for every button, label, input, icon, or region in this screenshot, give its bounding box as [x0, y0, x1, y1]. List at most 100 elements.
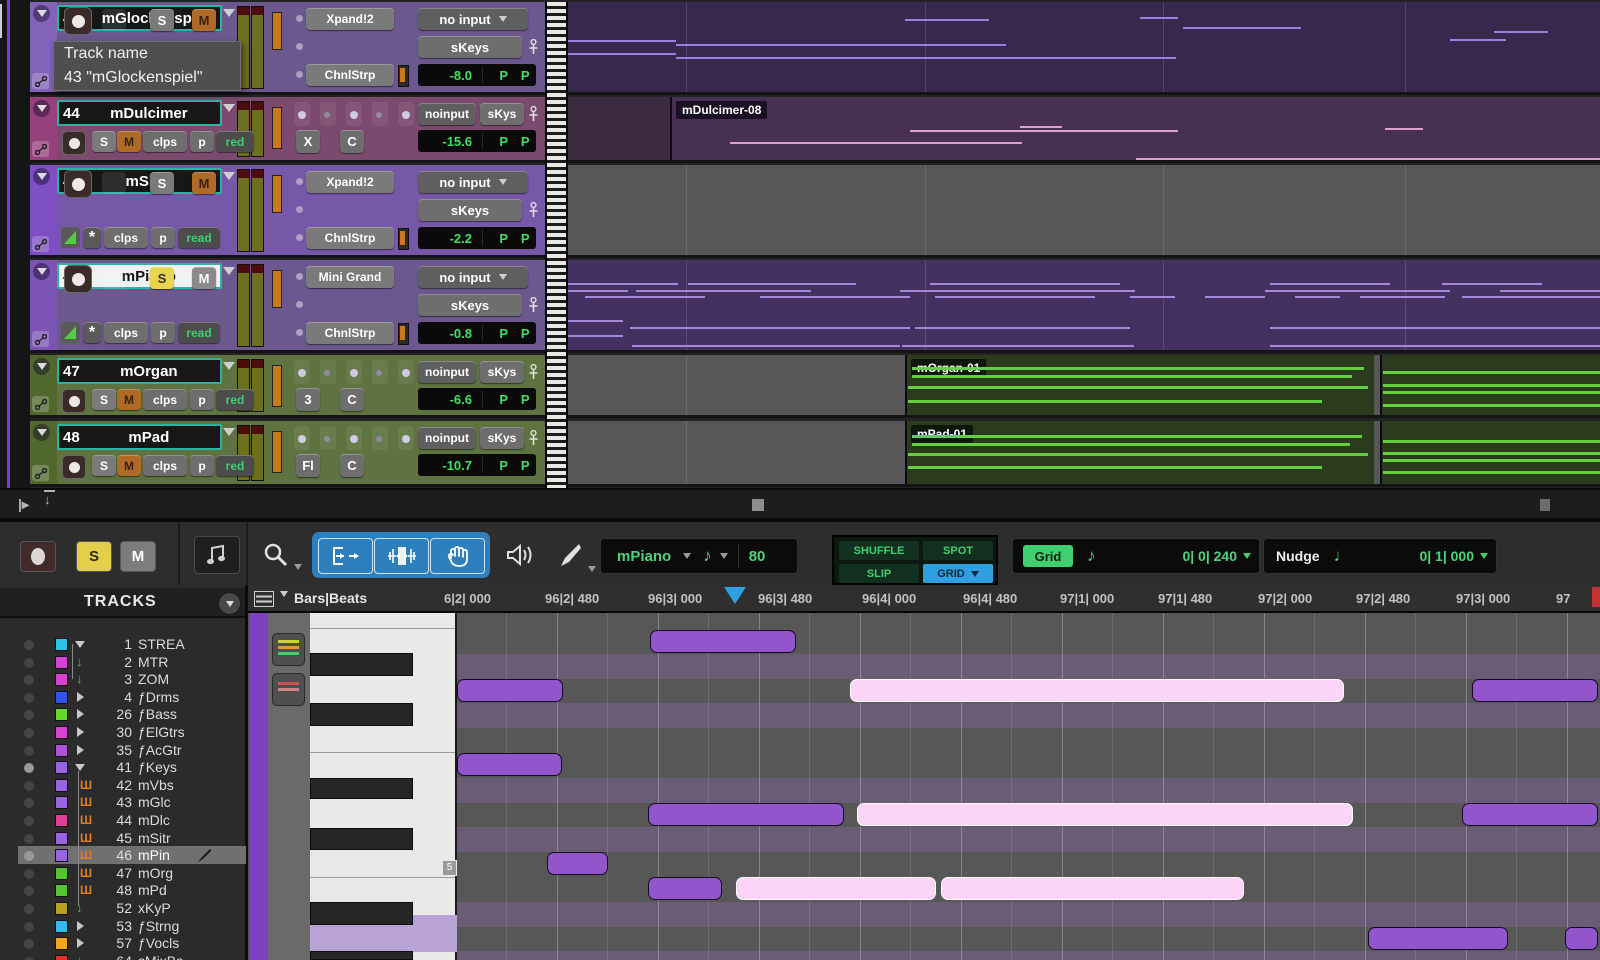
grabber-tool-button[interactable] [430, 538, 485, 574]
track-color-swatch[interactable] [55, 691, 68, 704]
input-selector[interactable]: no input [418, 8, 528, 30]
speaker-button[interactable] [496, 536, 544, 574]
track-name-dropdown-arrow[interactable] [223, 362, 235, 370]
black-key[interactable] [310, 828, 413, 850]
record-enable-button[interactable] [62, 389, 86, 413]
zoom-tool-button[interactable] [254, 536, 298, 574]
tracks-list-item-45[interactable]: Ш45mSitr [0, 830, 248, 847]
playlist-button[interactable]: p [151, 322, 175, 343]
mute-button[interactable]: M [117, 455, 141, 476]
monitor-plug-icon[interactable] [528, 39, 539, 55]
clips-button[interactable]: clps [143, 455, 187, 476]
patch-cable-icon[interactable] [32, 141, 49, 157]
track-name-dropdown-arrow[interactable] [223, 104, 235, 112]
midi-clip[interactable]: mOrgan-01 [905, 355, 1374, 415]
hscroll-thumb[interactable] [752, 499, 764, 511]
clips-button[interactable]: clps [143, 131, 187, 152]
insert-a-button[interactable]: Xpand!2 [306, 171, 394, 193]
insert-c-button[interactable]: ChnlStrp [306, 64, 394, 86]
track-color-swatch[interactable] [55, 726, 68, 739]
notes-view-button[interactable] [272, 633, 305, 666]
track-color-swatch[interactable] [55, 884, 68, 897]
track-show-dot[interactable] [24, 869, 34, 879]
insert-c-button[interactable]: ChnlStrp [306, 227, 394, 249]
collapsed-arrow-icon[interactable] [77, 921, 84, 931]
insertion-follows-playback-icon[interactable]: |▸ [18, 496, 29, 513]
playlist-button[interactable]: p [151, 227, 175, 248]
tracks-list-item-52[interactable]: ↓52xKyP [0, 900, 248, 917]
mute-button[interactable]: M [192, 267, 216, 289]
tracks-list-item-42[interactable]: Ш42mVbs [0, 777, 248, 794]
pencil-tool-button[interactable] [548, 536, 592, 574]
black-key[interactable] [310, 778, 413, 799]
tracks-list-item-48[interactable]: Ш48mPd [0, 882, 248, 899]
playhead-marker[interactable] [724, 587, 746, 604]
track-lane-43[interactable] [568, 2, 1600, 95]
midi-note[interactable] [1368, 927, 1508, 950]
piano-keyboard[interactable]: 5 [310, 613, 457, 960]
mute-button[interactable]: M [120, 541, 156, 572]
expand-arrow-icon[interactable] [75, 764, 85, 771]
collapsed-arrow-icon[interactable] [77, 938, 84, 948]
ruler-dropdown-arrow[interactable] [280, 591, 288, 597]
monitor-selector[interactable]: sKeys [418, 199, 522, 221]
monitor-selector[interactable]: sKys [480, 427, 524, 449]
track-name-dropdown-arrow[interactable] [223, 172, 235, 180]
midi-note-other-track[interactable] [736, 877, 936, 900]
playlist-button[interactable]: p [190, 131, 214, 152]
monitor-selector[interactable]: sKys [480, 103, 524, 125]
clips-button[interactable]: clps [104, 322, 148, 343]
black-key[interactable] [310, 653, 413, 676]
patch-cable-icon[interactable] [32, 73, 49, 89]
monitor-plug-icon[interactable] [528, 297, 539, 313]
track-name-dropdown-arrow[interactable] [223, 428, 235, 436]
tracks-list-item-57[interactable]: 57ƒVocls [0, 935, 248, 952]
track-collapse-button[interactable] [33, 263, 50, 280]
track-collapse-button[interactable] [33, 5, 50, 22]
zoom-dropdown-arrow[interactable] [294, 564, 302, 570]
grid-mode-button[interactable]: GRID [923, 564, 993, 583]
rename-pencil-icon[interactable] [196, 848, 212, 863]
track-name-box[interactable]: 44mDulcimer [57, 100, 222, 126]
volume-display[interactable]: -10.7PP [418, 454, 536, 476]
tracks-list-item-1[interactable]: 1STREA [0, 636, 248, 653]
midi-note[interactable] [547, 852, 608, 875]
input-selector[interactable]: noinput [418, 427, 476, 449]
record-button[interactable] [20, 541, 56, 572]
track-color-swatch[interactable] [55, 638, 68, 651]
asterisk-button[interactable]: * [83, 322, 101, 343]
midi-channel-button[interactable]: Fl [296, 454, 320, 477]
record-enable-button[interactable] [64, 7, 92, 35]
midi-note-other-track[interactable] [850, 679, 1344, 702]
collapsed-arrow-icon[interactable] [77, 745, 84, 755]
track-show-dot[interactable] [24, 728, 34, 738]
volume-display[interactable]: -0.8PP [418, 322, 536, 344]
tracks-list-item-47[interactable]: Ш47mOrg [0, 865, 248, 882]
midi-velocity-icon[interactable] [61, 227, 80, 248]
monitor-plug-icon[interactable] [528, 106, 539, 122]
automation-read-button[interactable]: red [216, 455, 254, 476]
grid-value-dropdown-arrow[interactable] [1243, 553, 1251, 559]
track-color-swatch[interactable] [55, 744, 68, 757]
track-color-swatch[interactable] [55, 656, 68, 669]
tracks-list-item-53[interactable]: 53ƒStrng [0, 918, 248, 935]
nudge-note-icon[interactable]: ♩ [1334, 546, 1351, 566]
midi-note[interactable] [1462, 803, 1598, 826]
pan-indicator[interactable]: P [493, 392, 515, 407]
patch-cable-icon[interactable] [32, 465, 49, 481]
tracks-list-item-3[interactable]: ↓3ZOM [0, 671, 248, 688]
track-show-dot[interactable] [24, 781, 34, 791]
input-selector[interactable]: noinput [418, 361, 476, 383]
solo-button[interactable]: S [92, 455, 116, 476]
midi-note[interactable] [648, 877, 722, 900]
insert-mini-fader[interactable] [398, 228, 409, 250]
solo-button[interactable]: S [76, 541, 112, 572]
collapsed-arrow-icon[interactable] [77, 727, 84, 737]
record-enable-button[interactable] [64, 265, 92, 293]
grid-note-icon[interactable]: ♪ [1087, 546, 1096, 566]
tracks-list-item-41[interactable]: 41ƒKeys [0, 759, 248, 776]
midi-note-other-track[interactable] [941, 877, 1244, 900]
tracks-list-item-26[interactable]: 26ƒBass [0, 706, 248, 723]
black-key[interactable] [310, 902, 413, 925]
input-monitor-slot[interactable] [102, 267, 126, 289]
